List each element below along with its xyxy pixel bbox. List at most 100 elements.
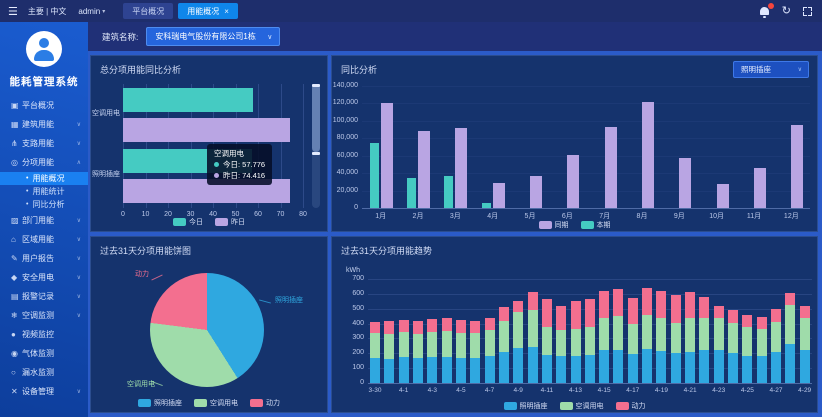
legend-item-照明插座[interactable]: 照明插座 <box>138 398 182 408</box>
stack-segment-动力[interactable] <box>642 288 652 315</box>
stack-segment-空调用电[interactable] <box>456 333 466 358</box>
bar-segment[interactable] <box>123 88 253 112</box>
sidebar-item-部门用能[interactable]: ▨部门用能∨ <box>0 211 88 230</box>
tab-平台概况[interactable]: 平台概况 <box>123 3 173 19</box>
stack-segment-空调用电[interactable] <box>685 318 695 351</box>
stack-segment-动力[interactable] <box>571 301 581 329</box>
bar-segment[interactable] <box>123 118 290 142</box>
stack-segment-照明插座[interactable] <box>671 353 681 383</box>
sidebar-item-设备管理[interactable]: ✕设备管理∨ <box>0 382 88 401</box>
stack-segment-空调用电[interactable] <box>470 333 480 358</box>
bar-previous[interactable] <box>754 168 766 208</box>
stack-segment-照明插座[interactable] <box>399 357 409 383</box>
datazoom-slider[interactable] <box>312 84 320 208</box>
stack-segment-照明插座[interactable] <box>628 354 638 383</box>
stack-segment-照明插座[interactable] <box>800 350 810 383</box>
stack-segment-空调用电[interactable] <box>699 318 709 351</box>
bar-previous[interactable] <box>493 183 505 208</box>
stack-segment-动力[interactable] <box>499 307 509 321</box>
stack-segment-动力[interactable] <box>757 317 767 329</box>
stack-segment-空调用电[interactable] <box>613 316 623 349</box>
stack-segment-空调用电[interactable] <box>571 329 581 356</box>
stack-segment-空调用电[interactable] <box>642 315 652 349</box>
stack-segment-动力[interactable] <box>728 310 738 323</box>
stack-segment-动力[interactable] <box>399 320 409 332</box>
stack-segment-照明插座[interactable] <box>585 355 595 383</box>
stack-segment-空调用电[interactable] <box>742 327 752 355</box>
stack-segment-照明插座[interactable] <box>771 352 781 383</box>
sidebar-item-支路用能[interactable]: ⋔支路用能∨ <box>0 134 88 153</box>
stack-segment-空调用电[interactable] <box>427 332 437 357</box>
stack-segment-照明插座[interactable] <box>656 351 666 383</box>
stack-segment-照明插座[interactable] <box>556 356 566 383</box>
stack-segment-动力[interactable] <box>771 309 781 322</box>
stack-segment-空调用电[interactable] <box>800 318 810 350</box>
datazoom-handle[interactable] <box>312 152 320 155</box>
legend-item-本期[interactable]: 本期 <box>581 220 611 230</box>
sidebar-item-漏水监测[interactable]: ○漏水监测 <box>0 363 88 382</box>
stack-segment-照明插座[interactable] <box>470 358 480 383</box>
bar-previous[interactable] <box>679 158 691 208</box>
stack-segment-动力[interactable] <box>714 306 724 318</box>
sidebar-item-视频监控[interactable]: ●视频监控 <box>0 325 88 344</box>
bar-previous[interactable] <box>418 131 430 208</box>
notification-bell-icon[interactable] <box>760 6 770 16</box>
tab-用能概况[interactable]: 用能概况× <box>178 3 238 19</box>
sidebar-item-同比分析[interactable]: •同比分析 <box>0 198 88 211</box>
stack-segment-动力[interactable] <box>699 297 709 318</box>
stack-segment-空调用电[interactable] <box>528 310 538 346</box>
stack-segment-空调用电[interactable] <box>442 331 452 357</box>
stack-segment-照明插座[interactable] <box>642 349 652 383</box>
locale-switch[interactable]: 主要 | 中文 <box>28 6 67 17</box>
bar-previous[interactable] <box>530 176 542 208</box>
sidebar-item-分项用能[interactable]: ◎分项用能∧ <box>0 153 88 172</box>
bar-current[interactable] <box>370 143 379 208</box>
stack-segment-动力[interactable] <box>485 318 495 331</box>
stack-segment-动力[interactable] <box>800 306 810 319</box>
bar-previous[interactable] <box>605 127 617 208</box>
bar-previous[interactable] <box>642 102 654 208</box>
stack-segment-空调用电[interactable] <box>714 318 724 351</box>
bar-current[interactable] <box>407 178 416 208</box>
refresh-icon[interactable]: ↻ <box>782 6 791 16</box>
stack-segment-动力[interactable] <box>671 295 681 322</box>
stack-segment-动力[interactable] <box>470 321 480 334</box>
fullscreen-icon[interactable] <box>803 7 812 16</box>
sidebar-item-空调监测[interactable]: ❄空调监测∨ <box>0 306 88 325</box>
stack-segment-动力[interactable] <box>585 299 595 326</box>
bar-previous[interactable] <box>567 155 579 208</box>
stack-segment-空调用电[interactable] <box>628 324 638 354</box>
stack-segment-动力[interactable] <box>370 322 380 333</box>
stack-segment-动力[interactable] <box>427 319 437 332</box>
legend-item-昨日[interactable]: 昨日 <box>215 217 245 227</box>
stack-segment-照明插座[interactable] <box>513 348 523 383</box>
stack-segment-照明插座[interactable] <box>427 357 437 383</box>
sidebar-item-报警记录[interactable]: ▤报警记录∨ <box>0 287 88 306</box>
sidebar-item-区域用能[interactable]: ⌂区域用能∨ <box>0 230 88 249</box>
stack-segment-动力[interactable] <box>742 315 752 328</box>
legend-item-动力[interactable]: 动力 <box>250 398 280 408</box>
stack-segment-空调用电[interactable] <box>728 323 738 353</box>
hamburger-menu-icon[interactable]: ☰ <box>8 5 18 18</box>
stack-segment-空调用电[interactable] <box>399 332 409 357</box>
stack-segment-动力[interactable] <box>556 306 566 331</box>
legend-item-照明插座[interactable]: 照明插座 <box>504 401 548 411</box>
stack-segment-空调用电[interactable] <box>599 318 609 351</box>
stack-segment-空调用电[interactable] <box>413 334 423 358</box>
legend-item-空调用电[interactable]: 空调用电 <box>194 398 238 408</box>
stack-segment-空调用电[interactable] <box>384 334 394 359</box>
sidebar-item-安全用电[interactable]: ◆安全用电∨ <box>0 268 88 287</box>
stack-segment-动力[interactable] <box>685 292 695 318</box>
stack-segment-动力[interactable] <box>442 318 452 331</box>
bar-current[interactable] <box>482 203 491 208</box>
subentry-dropdown[interactable]: 照明插座 ∨ <box>733 61 809 78</box>
stack-segment-空调用电[interactable] <box>656 318 666 351</box>
stack-segment-空调用电[interactable] <box>370 333 380 358</box>
stack-segment-空调用电[interactable] <box>499 321 509 351</box>
stack-segment-照明插座[interactable] <box>685 352 695 383</box>
stack-segment-照明插座[interactable] <box>370 358 380 383</box>
stack-segment-照明插座[interactable] <box>613 350 623 383</box>
stack-segment-空调用电[interactable] <box>485 330 495 356</box>
stack-segment-动力[interactable] <box>599 291 609 318</box>
stack-segment-照明插座[interactable] <box>699 350 709 383</box>
